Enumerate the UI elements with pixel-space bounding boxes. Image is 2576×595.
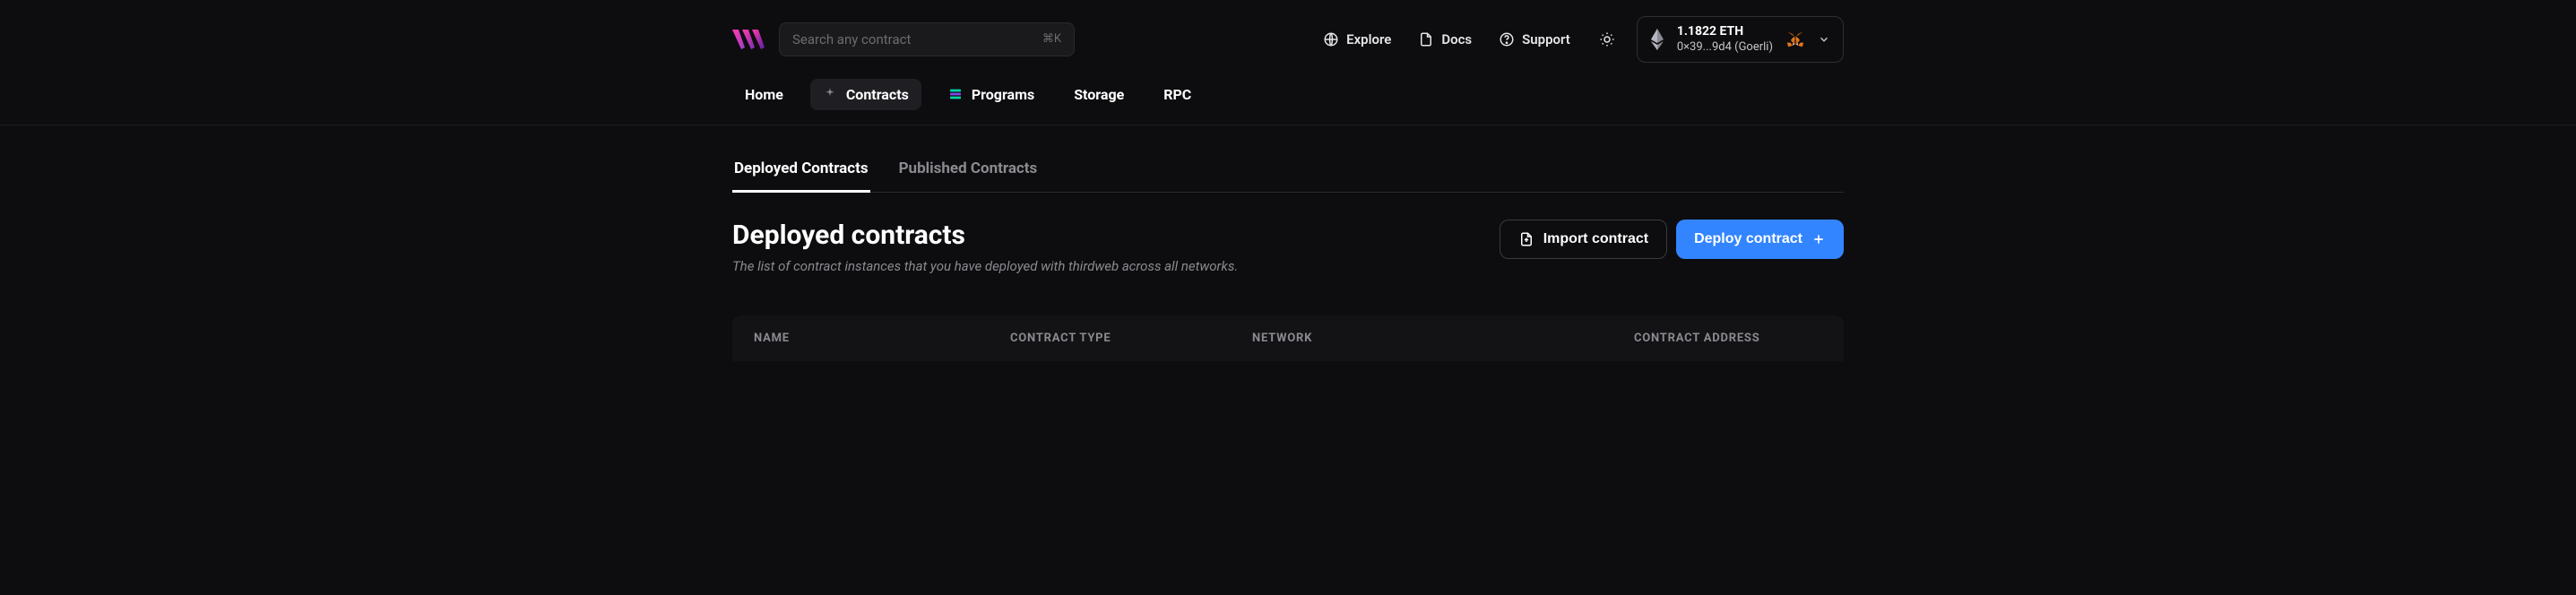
page-title: Deployed contracts — [732, 220, 1238, 251]
explore-link[interactable]: Explore — [1316, 31, 1398, 47]
top-bar: Search any contract ⌘K Explore Docs Supp… — [732, 0, 1844, 79]
wallet-address: 0×39...9d4 (Goerli) — [1677, 40, 1773, 55]
docs-link[interactable]: Docs — [1411, 31, 1479, 47]
docs-label: Docs — [1441, 31, 1472, 47]
page-description: The list of contract instances that you … — [732, 258, 1238, 274]
sun-icon — [1599, 31, 1615, 47]
tab-deployed-label: Deployed Contracts — [734, 160, 869, 177]
search-input[interactable]: Search any contract ⌘K — [779, 22, 1075, 56]
sub-tabs: Deployed Contracts Published Contracts — [732, 160, 1844, 193]
solana-icon — [948, 87, 963, 101]
content: Deployed Contracts Published Contracts D… — [732, 125, 1844, 361]
document-icon — [1418, 31, 1434, 47]
nav-contracts[interactable]: Contracts — [810, 79, 921, 110]
plus-icon — [1811, 232, 1826, 246]
nav-storage[interactable]: Storage — [1061, 79, 1137, 110]
support-link[interactable]: Support — [1491, 31, 1578, 47]
import-contract-button[interactable]: Import contract — [1500, 220, 1667, 259]
column-address: CONTRACT ADDRESS — [1634, 332, 1822, 345]
deploy-contract-button[interactable]: Deploy contract — [1676, 220, 1844, 259]
import-button-label: Import contract — [1543, 231, 1648, 247]
wallet-balance: 1.1822 ETH — [1677, 24, 1773, 40]
nav-programs[interactable]: Programs — [936, 79, 1047, 110]
sparkle-icon — [823, 87, 837, 101]
nav-home[interactable]: Home — [732, 79, 796, 110]
theme-toggle[interactable] — [1590, 31, 1624, 47]
wallet-button[interactable]: 1.1822 ETH 0×39...9d4 (Goerli) — [1637, 16, 1844, 63]
search-placeholder: Search any contract — [792, 31, 911, 47]
header-actions: Import contract Deploy contract — [1500, 220, 1844, 259]
globe-icon — [1323, 31, 1339, 47]
ethereum-icon — [1650, 29, 1664, 50]
nav-home-label: Home — [745, 86, 783, 103]
nav-storage-label: Storage — [1074, 86, 1124, 103]
contracts-table: NAME CONTRACT TYPE NETWORK CONTRACT ADDR… — [732, 315, 1844, 361]
nav-rpc[interactable]: RPC — [1151, 79, 1204, 110]
logo[interactable] — [732, 28, 766, 50]
import-icon — [1518, 231, 1534, 247]
wallet-info: 1.1822 ETH 0×39...9d4 (Goerli) — [1677, 24, 1773, 55]
table-header: NAME CONTRACT TYPE NETWORK CONTRACT ADDR… — [754, 332, 1822, 345]
column-type: CONTRACT TYPE — [1010, 332, 1252, 345]
tab-published-label: Published Contracts — [899, 160, 1038, 177]
search-shortcut: ⌘K — [1042, 32, 1061, 46]
page-header: Deployed contracts The list of contract … — [732, 220, 1844, 274]
explore-label: Explore — [1346, 31, 1391, 47]
tab-published-contracts[interactable]: Published Contracts — [897, 160, 1040, 193]
main-nav: Home Contracts Programs Storage RPC — [0, 79, 2576, 125]
column-network: NETWORK — [1252, 332, 1634, 345]
deploy-button-label: Deploy contract — [1694, 231, 1802, 247]
nav-rpc-label: RPC — [1163, 86, 1191, 103]
tab-deployed-contracts[interactable]: Deployed Contracts — [732, 160, 870, 193]
help-icon — [1499, 31, 1515, 47]
nav-contracts-label: Contracts — [846, 86, 909, 103]
nav-programs-label: Programs — [972, 86, 1034, 103]
support-label: Support — [1522, 31, 1570, 47]
metamask-icon — [1785, 30, 1805, 49]
chevron-down-icon — [1818, 33, 1830, 46]
column-name: NAME — [754, 332, 1010, 345]
